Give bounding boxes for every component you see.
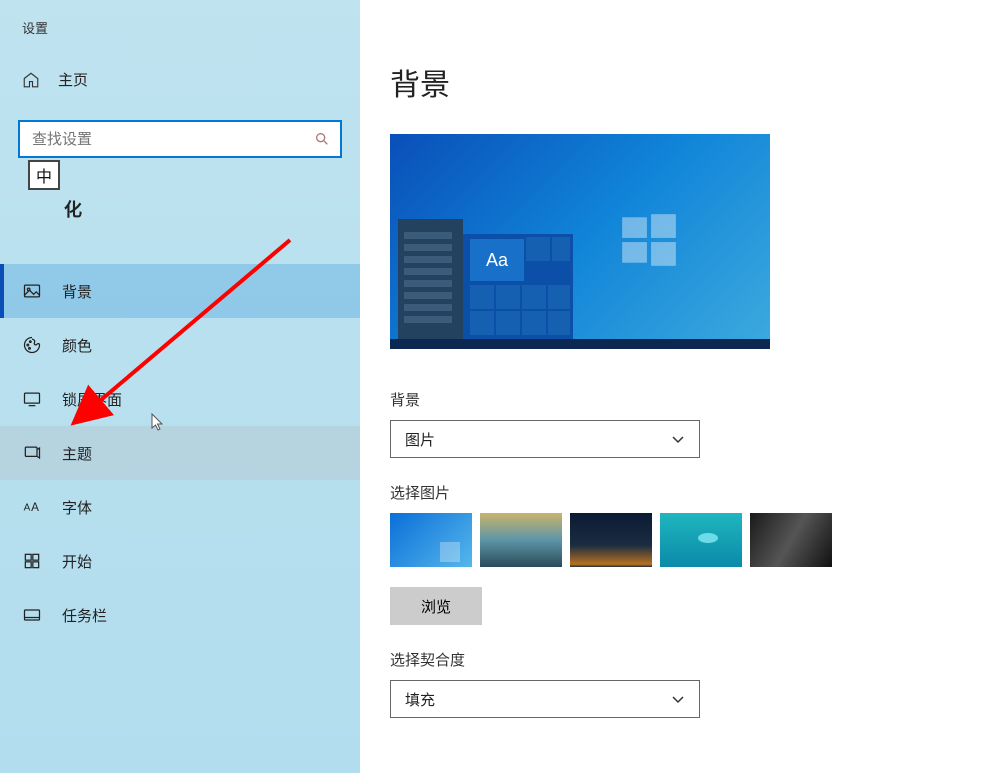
lockscreen-icon <box>22 389 42 409</box>
sidebar-home[interactable]: 主页 <box>0 57 360 102</box>
chevron-down-icon <box>671 692 685 706</box>
ime-indicator[interactable]: 中 <box>28 160 60 190</box>
wallpaper-option-1[interactable] <box>390 513 472 567</box>
picture-icon <box>22 281 42 301</box>
background-label: 背景 <box>390 389 1000 410</box>
desktop-preview: Aa <box>390 134 770 349</box>
sidebar-item-label: 颜色 <box>62 335 92 356</box>
wallpaper-option-5[interactable] <box>750 513 832 567</box>
sidebar-item-start[interactable]: 开始 <box>0 534 360 588</box>
taskbar-icon <box>22 605 42 625</box>
settings-app-title: 设置 <box>0 18 360 57</box>
fit-label: 选择契合度 <box>390 649 1000 670</box>
mouse-cursor <box>150 412 166 432</box>
sidebar-item-label: 任务栏 <box>62 605 107 626</box>
background-type-dropdown[interactable]: 图片 <box>390 420 700 458</box>
windows-logo-icon <box>618 209 680 271</box>
page-title: 背景 <box>390 60 1000 104</box>
font-icon: AA <box>22 497 42 517</box>
sidebar-item-label: 字体 <box>62 497 92 518</box>
dropdown-value: 填充 <box>405 689 435 710</box>
sidebar-item-fonts[interactable]: AA 字体 <box>0 480 360 534</box>
sidebar-home-label: 主页 <box>58 69 88 90</box>
main-content: 背景 Aa 背景 图片 选 <box>360 0 1000 773</box>
sidebar-item-background[interactable]: 背景 <box>0 264 360 318</box>
sidebar-item-themes[interactable]: 主题 <box>0 426 360 480</box>
svg-text:A: A <box>31 501 39 514</box>
theme-icon <box>22 443 42 463</box>
wallpaper-option-3[interactable] <box>570 513 652 567</box>
choose-picture-label: 选择图片 <box>390 482 1000 503</box>
dropdown-value: 图片 <box>405 429 435 450</box>
home-icon <box>22 71 40 89</box>
sidebar-item-label: 锁屏界面 <box>62 389 122 410</box>
picture-thumbnails <box>390 513 1000 567</box>
sidebar-nav-list: 背景 颜色 锁屏界面 主题 AA 字体 <box>0 264 360 642</box>
preview-tile-aa: Aa <box>470 239 524 281</box>
palette-icon <box>22 335 42 355</box>
search-icon <box>314 131 330 147</box>
fit-dropdown[interactable]: 填充 <box>390 680 700 718</box>
search-input[interactable] <box>18 120 342 158</box>
sidebar-item-label: 开始 <box>62 551 92 572</box>
wallpaper-option-4[interactable] <box>660 513 742 567</box>
sidebar-item-lockscreen[interactable]: 锁屏界面 <box>0 372 360 426</box>
sidebar-item-label: 主题 <box>62 443 92 464</box>
svg-text:A: A <box>24 502 31 513</box>
sidebar: 设置 主页 中 个性化 背景 颜色 <box>0 0 360 773</box>
sidebar-item-taskbar[interactable]: 任务栏 <box>0 588 360 642</box>
sidebar-item-label: 背景 <box>62 281 92 302</box>
wallpaper-option-2[interactable] <box>480 513 562 567</box>
start-icon <box>22 551 42 571</box>
chevron-down-icon <box>671 432 685 446</box>
browse-button[interactable]: 浏览 <box>390 587 482 625</box>
sidebar-item-colors[interactable]: 颜色 <box>0 318 360 372</box>
